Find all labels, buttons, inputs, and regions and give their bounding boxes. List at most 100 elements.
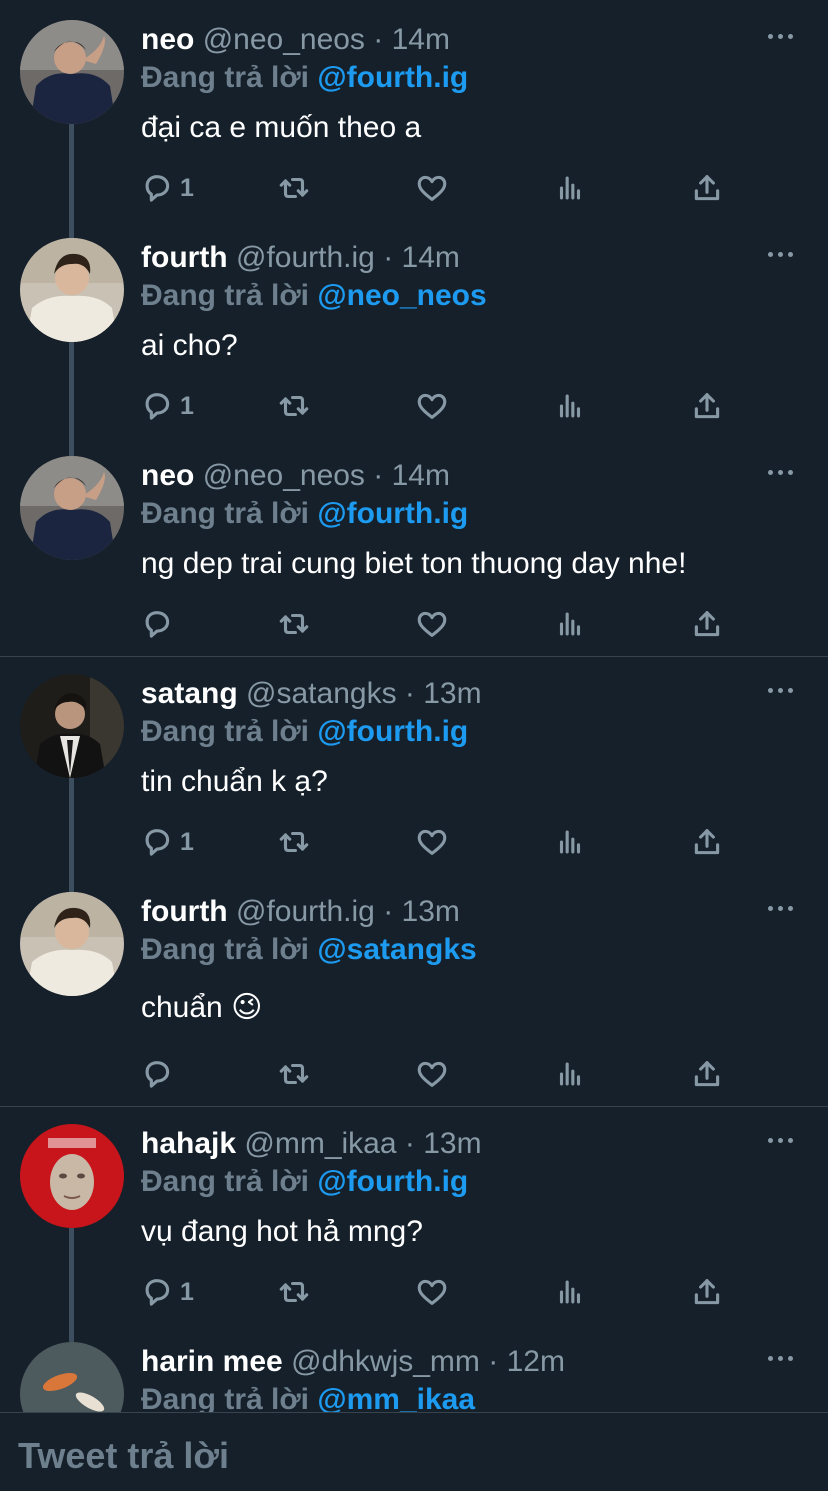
replying-to-mention[interactable]: @satangks [317,933,476,966]
username[interactable]: @neo_neos [203,23,365,56]
heart-icon [417,611,447,637]
username[interactable]: @fourth.ig [236,241,375,274]
like-button[interactable] [415,1272,449,1312]
display-name[interactable]: hahajk [141,1127,236,1160]
replying-to: Đang trả lời @mm_ikaa [141,1380,475,1412]
display-name[interactable]: harin mee [141,1345,283,1378]
tweet[interactable]: neo @neo_neos · 14m Đang trả lời @fourth… [0,0,828,218]
reply-count: 1 [180,391,194,420]
display-name[interactable]: neo [141,459,194,492]
share-button[interactable] [690,386,724,426]
tweet[interactable]: harin mee @dhkwjs_mm · 12m Đang trả lời … [0,1322,828,1412]
username[interactable]: @mm_ikaa [244,1127,396,1160]
display-name[interactable]: fourth [141,241,228,274]
share-button[interactable] [690,1272,724,1312]
username[interactable]: @satangks [246,677,397,710]
retweet-button[interactable] [277,386,311,426]
analytics-button[interactable] [553,1272,587,1312]
analytics-button[interactable] [553,168,587,208]
username[interactable]: @fourth.ig [236,895,375,928]
username[interactable]: @dhkwjs_mm [291,1345,480,1378]
avatar[interactable] [20,674,124,778]
retweet-icon [279,831,309,853]
retweet-button[interactable] [277,1272,311,1312]
replying-to-mention[interactable]: @fourth.ig [317,1165,468,1198]
timestamp[interactable]: · 13m [405,677,482,710]
reply-count: 1 [180,827,194,856]
like-button[interactable] [415,168,449,208]
tweet[interactable]: fourth @fourth.ig · 13m Đang trả lời @sa… [0,872,828,1106]
analytics-button[interactable] [553,604,587,644]
replying-to-label: Đang trả lời [141,497,310,530]
like-button[interactable] [415,386,449,426]
more-options-icon[interactable] [768,24,798,48]
share-button[interactable] [690,168,724,208]
analytics-button[interactable] [553,1054,587,1094]
share-icon [694,611,720,637]
tweet[interactable]: hahajk @mm_ikaa · 13m Đang trả lời @four… [0,1104,828,1322]
heart-icon [417,1279,447,1305]
retweet-button[interactable] [277,604,311,644]
reply-input[interactable]: Tweet trả lời [18,1435,229,1477]
replying-to-label: Đang trả lời [141,61,310,94]
tweet[interactable]: neo @neo_neos · 14m Đang trả lời @fourth… [0,436,828,656]
analytics-button[interactable] [553,386,587,426]
reply-button[interactable]: 1 [140,168,194,208]
replying-to-mention[interactable]: @fourth.ig [317,497,468,530]
tweet-text: ng dep trai cung biet ton thuong day nhe… [141,547,687,580]
replying-to-mention[interactable]: @fourth.ig [317,61,468,94]
retweet-button[interactable] [277,822,311,862]
timestamp[interactable]: · 14m [373,23,450,56]
reply-button[interactable]: 1 [140,822,194,862]
replying-to-mention[interactable]: @neo_neos [317,279,486,312]
tweet-actions [140,604,740,644]
reply-button[interactable]: 1 [140,386,194,426]
share-button[interactable] [690,1054,724,1094]
timestamp[interactable]: · 14m [373,459,450,492]
more-options-icon[interactable] [768,460,798,484]
avatar[interactable] [20,456,124,560]
timestamp[interactable]: · 14m [383,241,460,274]
more-options-icon[interactable] [768,1346,798,1370]
more-options-icon[interactable] [768,896,798,920]
timestamp[interactable]: · 13m [383,895,460,928]
tweet[interactable]: satang @satangks · 13m Đang trả lời @fou… [0,654,828,872]
tweet-actions: 1 [140,168,740,208]
retweet-button[interactable] [277,168,311,208]
avatar[interactable] [20,20,124,124]
like-button[interactable] [415,604,449,644]
more-options-icon[interactable] [768,1128,798,1152]
replying-to-label: Đang trả lời [141,1383,310,1412]
more-options-icon[interactable] [768,678,798,702]
username[interactable]: @neo_neos [203,459,365,492]
reply-button[interactable] [140,604,180,644]
tweet-header: harin mee @dhkwjs_mm · 12m [141,1342,565,1382]
display-name[interactable]: neo [141,23,194,56]
avatar[interactable] [20,238,124,342]
analytics-button[interactable] [553,822,587,862]
like-button[interactable] [415,1054,449,1094]
share-button[interactable] [690,604,724,644]
analytics-icon [559,612,581,636]
tweet-header: hahajk @mm_ikaa · 13m [141,1124,482,1164]
timestamp[interactable]: · 13m [405,1127,482,1160]
replying-to: Đang trả lời @neo_neos [141,276,487,316]
replying-to-mention[interactable]: @fourth.ig [317,715,468,748]
replying-to-mention[interactable]: @mm_ikaa [317,1383,475,1412]
replying-to: Đang trả lời @fourth.ig [141,494,468,534]
avatar[interactable] [20,892,124,996]
reply-button[interactable] [140,1054,180,1094]
retweet-button[interactable] [277,1054,311,1094]
more-options-icon[interactable] [768,242,798,266]
reply-composer[interactable]: Tweet trả lời [0,1412,828,1491]
like-button[interactable] [415,822,449,862]
display-name[interactable]: fourth [141,895,228,928]
retweet-icon [279,177,309,199]
tweet[interactable]: fourth @fourth.ig · 14m Đang trả lời @ne… [0,218,828,436]
avatar[interactable] [20,1124,124,1228]
share-button[interactable] [690,822,724,862]
timestamp[interactable]: · 12m [488,1345,565,1378]
reply-button[interactable]: 1 [140,1272,194,1312]
display-name[interactable]: satang [141,677,238,710]
avatar[interactable] [20,1342,124,1412]
